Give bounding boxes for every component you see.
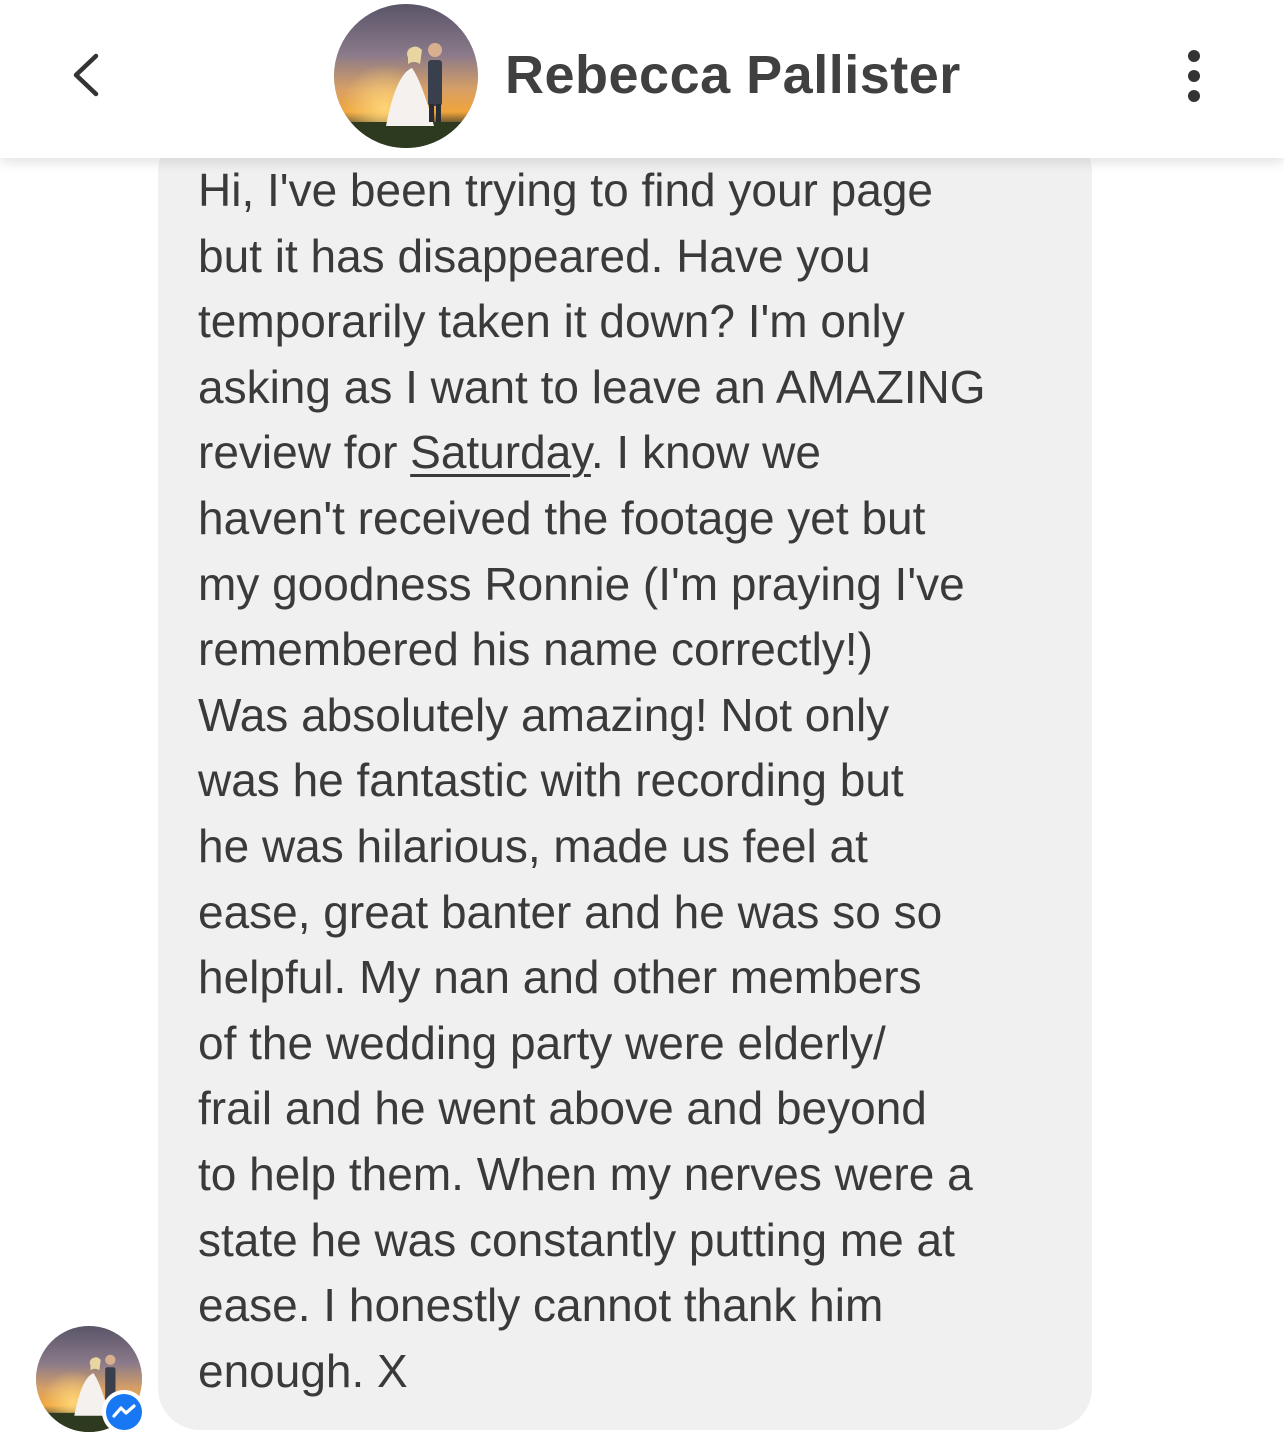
- message-line-suffix: . I know we: [590, 426, 821, 479]
- message-line: asking as I want to leave an AMAZING: [198, 360, 986, 413]
- message-line: to help them. When my nerves were a: [198, 1147, 973, 1200]
- message-line: temporarily taken it down? I'm only: [198, 295, 905, 348]
- message-line: my goodness Ronnie (I'm praying I've: [198, 557, 965, 610]
- message-bubble[interactable]: Hi, I've been trying to find your page b…: [158, 130, 1092, 1430]
- message-line: Hi, I've been trying to find your page: [198, 164, 933, 216]
- message-line: was he fantastic with recording but: [198, 754, 904, 807]
- message-line: frail and he went above and beyond: [198, 1082, 927, 1135]
- contact-avatar[interactable]: [334, 4, 478, 148]
- date-link[interactable]: Saturday: [410, 426, 591, 478]
- message-line: ease. I honestly cannot thank him: [198, 1279, 884, 1332]
- message-line: of the wedding party were elderly/: [198, 1016, 886, 1069]
- message-line: helpful. My nan and other members: [198, 951, 922, 1004]
- message-line: haven't received the footage yet but: [198, 491, 926, 544]
- chevron-left-icon: [73, 53, 99, 97]
- message-line: state he was constantly putting me at: [198, 1213, 955, 1266]
- message-line: but it has disappeared. Have you: [198, 229, 871, 282]
- back-button[interactable]: [58, 40, 118, 110]
- message-text: Hi, I've been trying to find your page b…: [198, 158, 985, 1404]
- contact-name[interactable]: Rebecca Pallister: [505, 42, 961, 108]
- messenger-badge: [102, 1390, 146, 1434]
- messenger-icon: [106, 1394, 142, 1430]
- message-line: he was hilarious, made us feel at: [198, 819, 868, 872]
- wedding-photo-avatar: [334, 4, 478, 148]
- vertical-ellipsis-icon: [1188, 50, 1200, 102]
- message-line: remembered his name correctly!): [198, 623, 873, 676]
- message-line: ease, great banter and he was so so: [198, 885, 943, 938]
- message-line: enough. X: [198, 1344, 408, 1397]
- conversation-header: Rebecca Pallister: [0, 0, 1284, 158]
- message-line: Was absolutely amazing! Not only: [198, 688, 890, 741]
- more-options-button[interactable]: [1172, 48, 1216, 104]
- message-line-prefix: review for: [198, 426, 411, 479]
